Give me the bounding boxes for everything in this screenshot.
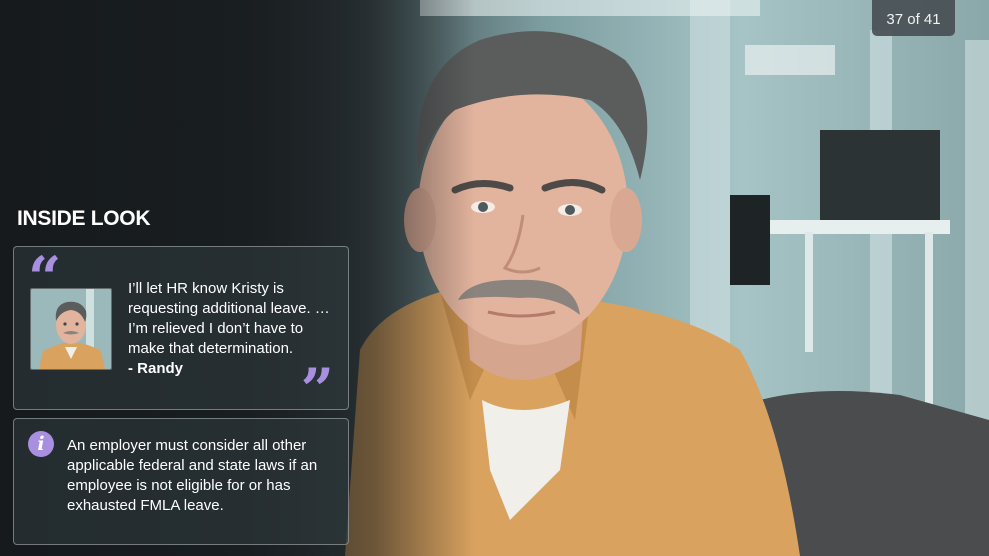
info-icon: i <box>28 431 54 457</box>
quote-body: I’ll let HR know Kristy is requesting ad… <box>128 280 330 357</box>
info-card: i An employer must consider all other ap… <box>13 418 349 545</box>
slide-counter: 37 of 41 <box>872 0 955 36</box>
randy-portrait-icon <box>30 288 112 370</box>
close-quote-icon: ” <box>300 356 334 424</box>
slide-stage: 37 of 41 INSIDE LOOK “ I’ll let HR know … <box>0 0 989 556</box>
info-text: An employer must consider all other appl… <box>67 437 318 514</box>
quote-card: “ I’ll let HR know Kristy is requesting … <box>13 246 349 419</box>
section-title: INSIDE LOOK <box>17 207 151 230</box>
